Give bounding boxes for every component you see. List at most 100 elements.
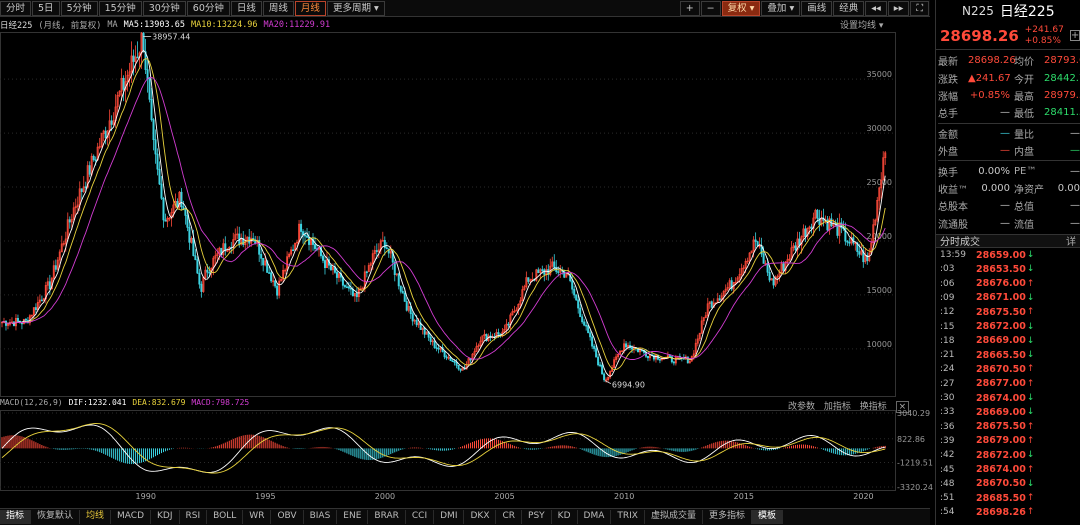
indicator-tab-4[interactable]: KDJ [151,510,180,524]
trade-time: :09 [940,292,955,303]
toolbar-button-2[interactable]: 复权 ▾ [721,0,761,16]
candle-body [110,120,113,125]
quote-value: — [1000,127,1010,139]
period-button-6[interactable]: 日线 [230,0,262,16]
y-tick-label: 10000 [867,340,892,349]
time-sales-detail-button[interactable]: 详 [1066,233,1076,248]
candle-body [718,298,721,301]
candle-body [585,324,588,327]
quote-label: 最新 [938,57,958,69]
candle-body [162,197,165,221]
chart-frame [0,32,896,397]
trade-row: 13:59 28659.00 ↓ [936,248,1080,262]
candle-body [437,347,440,350]
ma5-value: MA5:13903.65 [123,20,186,30]
period-button-0[interactable]: 分时 [0,0,32,16]
trade-price: 28676.00 [976,278,1026,290]
x-tick-label: 1990 [135,492,156,501]
indicator-tab-12[interactable]: CCI [406,510,435,524]
candlestick-chart[interactable]: 10000150002000025000300003500038957.4469… [0,32,935,398]
period-button-9[interactable]: 更多周期 ▾ [326,0,385,16]
indicator-tab-17[interactable]: KD [552,510,578,524]
toolbar-button-0[interactable]: + [679,0,700,16]
indicator-tab-2[interactable]: 均线 [80,510,112,524]
candle-body [355,293,358,298]
trade-price: 28675.50 [976,306,1026,318]
trade-price: 28669.00 [976,335,1026,347]
down-arrow-icon: ↓ [1026,250,1035,261]
indicator-tab-5[interactable]: RSI [180,510,208,524]
indicator-tab-16[interactable]: PSY [522,510,552,524]
indicator-tab-9[interactable]: BIAS [304,510,338,524]
index-name-right: 日经225 [999,4,1055,20]
period-button-3[interactable]: 15分钟 [98,0,142,16]
candle-body [192,238,195,257]
period-button-4[interactable]: 30分钟 [142,0,186,16]
indicator-tab-20[interactable]: 虚拟成交量 [645,510,703,524]
indicator-tab-14[interactable]: DKX [464,510,497,524]
candle-body [603,373,606,381]
indicator-tab-22[interactable]: 模板 [751,510,783,524]
up-arrow-icon: ↑ [1026,493,1035,504]
indicator-tab-0[interactable]: 指标 [0,510,32,524]
indicator-tab-18[interactable]: DMA [578,510,612,524]
candle-body [497,332,500,335]
candle-body [457,364,460,370]
indicator-tab-3[interactable]: MACD [111,510,152,524]
candle-body [365,271,368,274]
candle-body [710,301,713,308]
trade-row: :21 28665.50 ↓ [936,348,1080,362]
toolbar-button-6[interactable]: ◂◂ [865,0,887,16]
ma-settings-button[interactable]: 设置均线 ▾ [840,18,883,31]
trade-price: 28672.00 [976,449,1026,461]
candle-body [260,254,263,259]
macd-chart[interactable]: 3040.29 822.86 -1219.51 -3320.24 [0,410,935,492]
period-button-2[interactable]: 5分钟 [60,0,98,16]
candle-body [158,168,161,185]
low-annotation: 6994.90 [612,381,645,390]
trade-row: :33 28669.00 ↓ [936,405,1080,419]
trade-time: :03 [940,264,955,275]
toolbar-button-5[interactable]: 经典 [833,0,865,16]
indicator-tab-8[interactable]: OBV [271,510,304,524]
indicator-tab-10[interactable]: ENE [337,510,369,524]
trade-row: :18 28669.00 ↓ [936,334,1080,348]
trade-time: :18 [940,335,955,346]
quote-label: 总股本 [938,202,968,214]
up-arrow-icon: ↑ [1026,364,1035,375]
toolbar-button-8[interactable]: ⛶ [910,0,929,16]
add-watchlist-button[interactable]: + [1069,30,1080,41]
period-button-1[interactable]: 5日 [32,0,60,16]
period-button-7[interactable]: 周线 [262,0,294,16]
toolbar-button-4[interactable]: 画线 [801,0,833,16]
quote-value: — [1070,217,1080,229]
quote-label: 量比 [1014,129,1034,141]
trade-time: :36 [940,421,955,432]
candle-body [575,294,578,301]
time-sales-list: 13:59 28659.00 ↓:03 28653.50 ↓:06 28676.00 ↑:0… [936,248,1080,520]
indicator-tab-19[interactable]: TRIX [611,510,645,524]
chart-mode: (月线, 前复权) [38,21,102,31]
candle-body [200,283,203,292]
indicator-tab-6[interactable]: BOLL [207,510,244,524]
candle-body [270,272,273,282]
trade-time: :51 [940,493,955,504]
indicator-tab-15[interactable]: CR [496,510,523,524]
candle-body [631,347,634,350]
period-button-8[interactable]: 月线 [294,0,326,16]
indicator-tab-7[interactable]: WR [243,510,272,524]
period-button-5[interactable]: 60分钟 [186,0,230,16]
down-arrow-icon: ↓ [1026,292,1035,303]
indicator-tab-11[interactable]: BRAR [368,510,406,524]
candle-body [541,269,544,271]
toolbar-button-7[interactable]: ▸▸ [887,0,910,16]
trade-row: :39 28679.00 ↑ [936,434,1080,448]
down-arrow-icon: ↓ [1026,393,1035,404]
quote-value: — [1070,200,1080,212]
candle-body [375,250,378,253]
indicator-tab-13[interactable]: DMI [434,510,465,524]
indicator-tab-1[interactable]: 恢复默认 [31,510,81,524]
indicator-tab-21[interactable]: 更多指标 [703,510,752,524]
toolbar-button-3[interactable]: 叠加 ▾ [761,0,801,16]
toolbar-button-1[interactable]: − [700,0,721,16]
